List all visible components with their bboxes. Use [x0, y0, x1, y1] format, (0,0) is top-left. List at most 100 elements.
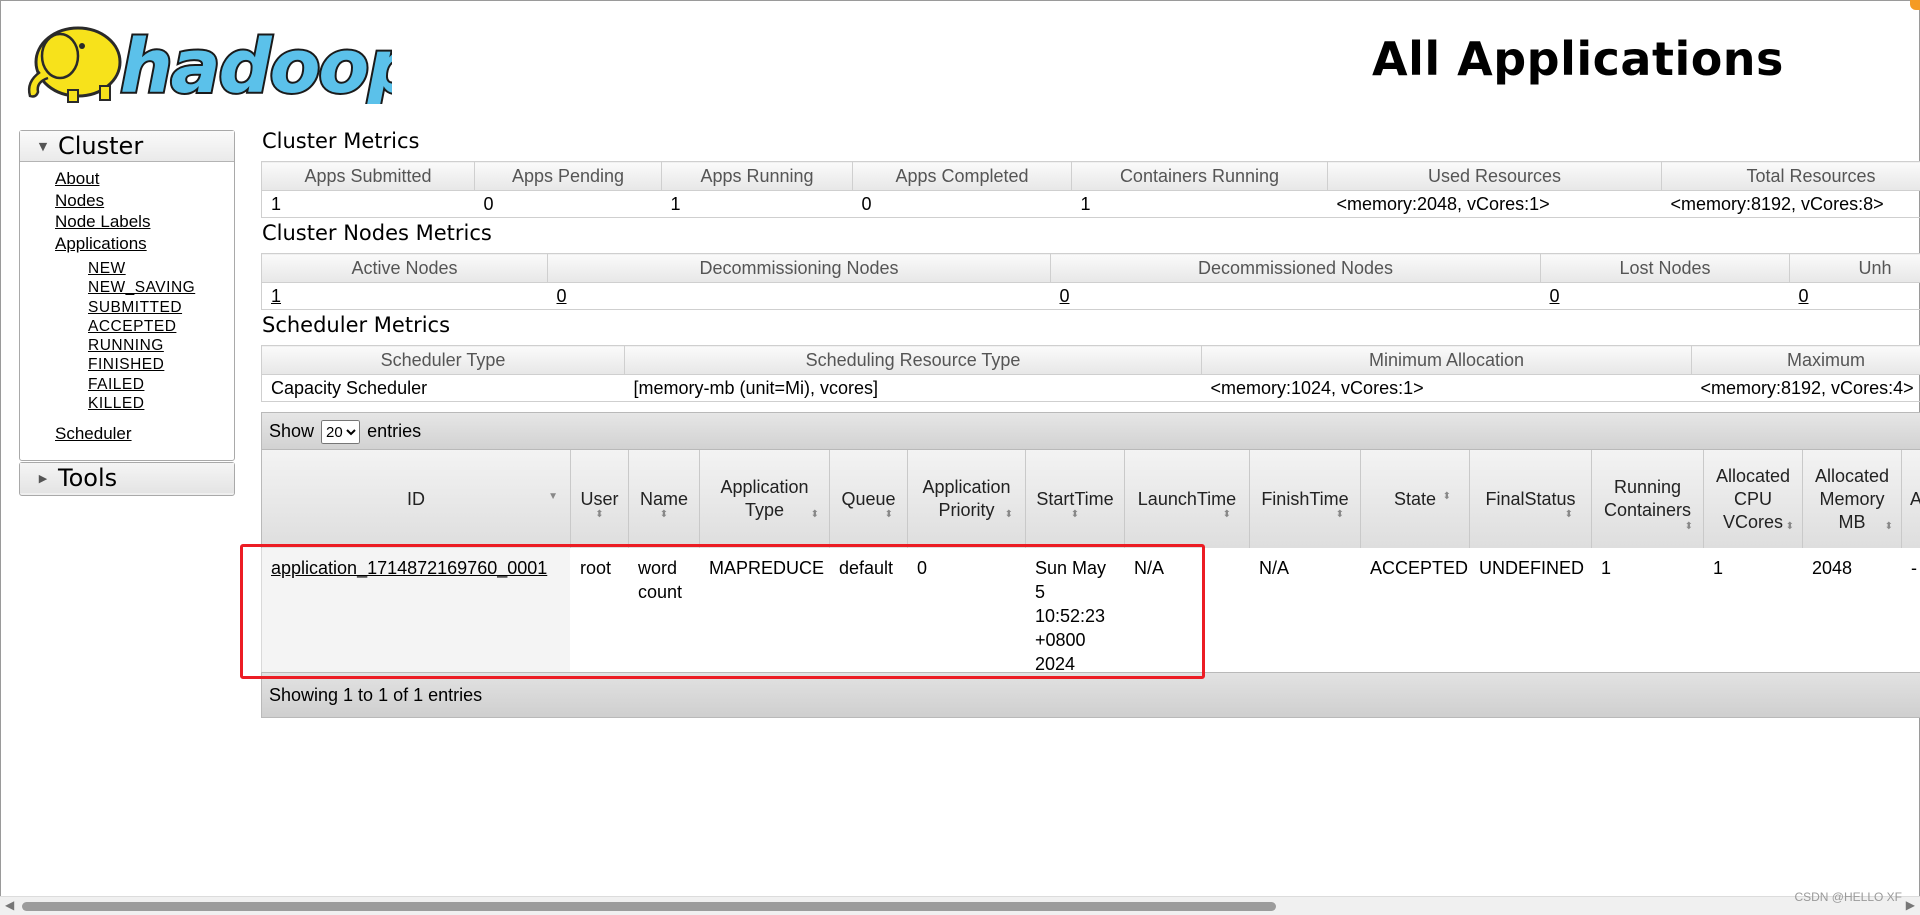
col-header-allocated-memory[interactable]: Allocated Memory MB⬍ — [1803, 450, 1902, 548]
table-row: Capacity Scheduler [memory-mb (unit=Mi),… — [262, 375, 1920, 402]
table-length-control: Show 20 entries — [261, 412, 1920, 450]
sort-icon: ⬍ — [1071, 503, 1079, 526]
sort-icon: ⬍ — [811, 503, 819, 526]
nav-state-failed[interactable]: FAILED — [88, 375, 195, 394]
th-unhealthy-nodes: Unh — [1790, 254, 1920, 283]
col-header-launchtime[interactable]: LaunchTime⬍ — [1125, 450, 1250, 548]
tools-header[interactable]: ▶Tools — [20, 463, 234, 493]
cell-launchtime: N/A — [1134, 556, 1164, 580]
nav-state-submitted[interactable]: SUBMITTED — [88, 298, 195, 317]
unhealthy-nodes-link[interactable]: 0 — [1799, 286, 1809, 306]
hadoop-logo[interactable]: hadoop — [20, 12, 392, 104]
nav-link-about[interactable]: About — [55, 168, 150, 190]
td-total-resources: <memory:8192, vCores:8> — [1662, 191, 1920, 218]
app-state-links: NEW NEW_SAVING SUBMITTED ACCEPTED RUNNIN… — [88, 259, 195, 413]
col-header-extra[interactable]: A — [1902, 450, 1920, 548]
triangle-down-icon: ▼ — [32, 132, 54, 162]
nodes-metrics-table: Active Nodes Decommissioning Nodes Decom… — [261, 253, 1920, 310]
sort-icon: ⬍ — [1223, 503, 1231, 526]
cell-priority: 0 — [917, 556, 927, 580]
cell-extra: - — [1911, 556, 1917, 580]
decommissioned-nodes-link[interactable]: 0 — [1060, 286, 1070, 306]
col-header-queue[interactable]: Queue⬍ — [830, 450, 908, 548]
th-apps-completed: Apps Completed — [853, 162, 1072, 191]
application-id-link[interactable]: application_1714872169760_0001 — [271, 556, 547, 580]
sort-icon: ⬍ — [1443, 485, 1451, 508]
col-header-id[interactable]: ID▼ — [262, 450, 571, 548]
td-apps-completed: 0 — [853, 191, 1072, 218]
td-scheduler-type: Capacity Scheduler — [262, 375, 625, 402]
th-scheduling-resource-type: Scheduling Resource Type — [625, 346, 1202, 375]
sort-icon: ⬍ — [885, 503, 893, 526]
table-row: 1 0 0 0 0 — [262, 283, 1920, 310]
page-size-select[interactable]: 20 — [321, 420, 360, 444]
horizontal-scrollbar[interactable]: ◀ ▶ — [0, 896, 1920, 915]
th-minimum-allocation: Minimum Allocation — [1202, 346, 1692, 375]
table-row: application_1714872169760_0001 root word… — [261, 548, 1920, 672]
col-header-name[interactable]: Name⬍ — [629, 450, 700, 548]
col-header-finalstatus[interactable]: FinalStatus⬍ — [1470, 450, 1592, 548]
page-title: All Applications — [1372, 32, 1784, 86]
cluster-metrics-table: Apps Submitted Apps Pending Apps Running… — [261, 161, 1920, 218]
th-containers-running: Containers Running — [1072, 162, 1328, 191]
logo-text: hadoop — [120, 24, 392, 104]
table-header-row: Apps Submitted Apps Pending Apps Running… — [262, 162, 1920, 191]
col-header-allocated-vcores[interactable]: Allocated CPU VCores⬍ — [1704, 450, 1803, 548]
col-header-application-type[interactable]: Application Type⬍ — [700, 450, 830, 548]
lost-nodes-link[interactable]: 0 — [1550, 286, 1560, 306]
td-apps-running: 1 — [662, 191, 853, 218]
scroll-right-arrow-icon[interactable]: ▶ — [1906, 898, 1915, 912]
td-used-resources: <memory:2048, vCores:1> — [1328, 191, 1662, 218]
sort-icon: ⬍ — [660, 503, 668, 526]
active-nodes-link[interactable]: 1 — [271, 286, 281, 306]
td-apps-submitted: 1 — [262, 191, 475, 218]
decommissioning-nodes-link[interactable]: 0 — [557, 286, 567, 306]
table-row: 1 0 1 0 1 <memory:2048, vCores:1> <memor… — [262, 191, 1920, 218]
sort-icon: ⬍ — [1786, 515, 1794, 538]
cell-queue: default — [839, 556, 893, 580]
sort-icon: ⬍ — [1565, 503, 1573, 526]
col-header-running-containers[interactable]: Running Containers⬍ — [1592, 450, 1704, 548]
cell-user: root — [580, 556, 611, 580]
table-header-row: Active Nodes Decommissioning Nodes Decom… — [262, 254, 1920, 283]
nav-state-finished[interactable]: FINISHED — [88, 355, 195, 374]
col-header-application-priority[interactable]: Application Priority⬍ — [908, 450, 1026, 548]
col-header-user[interactable]: User⬍ — [571, 450, 629, 548]
sort-icon: ⬍ — [1336, 503, 1344, 526]
sort-desc-icon: ▼ — [548, 485, 558, 508]
scheduler-link-wrap: Scheduler — [55, 424, 132, 444]
td-maximum-allocation: <memory:8192, vCores:4> — [1692, 375, 1920, 402]
th-apps-submitted: Apps Submitted — [262, 162, 475, 191]
cluster-label: Cluster — [58, 132, 143, 160]
table-info-footer: Showing 1 to 1 of 1 entries — [261, 672, 1920, 718]
table-header-row: ID▼ User⬍ Name⬍ Application Type⬍ Queue⬍… — [261, 450, 1920, 548]
col-header-state[interactable]: State⬍ — [1361, 450, 1470, 548]
nav-link-nodes[interactable]: Nodes — [55, 190, 150, 212]
sort-icon: ⬍ — [1005, 503, 1013, 526]
cell-running-containers: 1 — [1601, 556, 1611, 580]
sidebar-tools[interactable]: ▶Tools — [19, 462, 235, 496]
nav-link-node-labels[interactable]: Node Labels — [55, 211, 150, 233]
nav-link-scheduler[interactable]: Scheduler — [55, 424, 132, 443]
nav-state-new[interactable]: NEW — [88, 259, 195, 278]
sidebar-cluster: ▼Cluster About Nodes Node Labels Applica… — [19, 130, 235, 461]
nav-link-applications[interactable]: Applications — [55, 233, 150, 255]
cell-finishtime: N/A — [1259, 556, 1289, 580]
cell-state: ACCEPTED — [1370, 556, 1468, 580]
col-header-finishtime[interactable]: FinishTime⬍ — [1250, 450, 1361, 548]
scrollbar-thumb[interactable] — [22, 902, 1276, 911]
nav-state-new-saving[interactable]: NEW_SAVING — [88, 278, 195, 297]
col-header-starttime[interactable]: StartTime⬍ — [1026, 450, 1125, 548]
cell-application-type: MAPREDUCE — [709, 556, 824, 580]
nav-state-running[interactable]: RUNNING — [88, 336, 195, 355]
nav-state-accepted[interactable]: ACCEPTED — [88, 317, 195, 336]
th-used-resources: Used Resources — [1328, 162, 1662, 191]
th-active-nodes: Active Nodes — [262, 254, 548, 283]
corner-badge — [1910, 0, 1920, 10]
th-apps-pending: Apps Pending — [475, 162, 662, 191]
cluster-header[interactable]: ▼Cluster — [20, 131, 234, 162]
elephant-icon — [29, 28, 120, 102]
nav-state-killed[interactable]: KILLED — [88, 394, 195, 413]
scroll-left-arrow-icon[interactable]: ◀ — [5, 898, 14, 912]
triangle-right-icon: ▶ — [32, 464, 54, 494]
